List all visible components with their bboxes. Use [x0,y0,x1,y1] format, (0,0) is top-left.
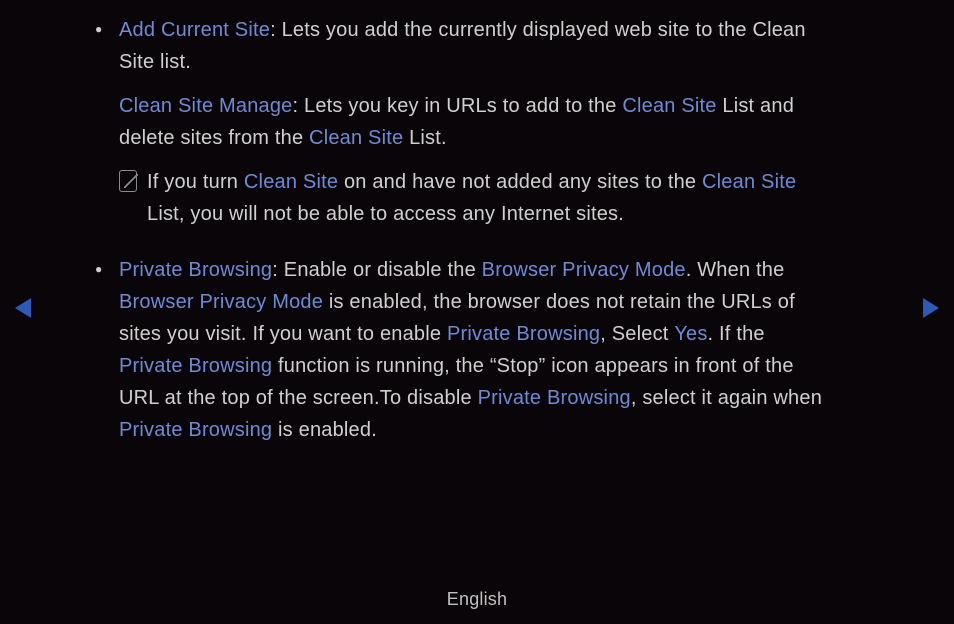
nav-prev-arrow[interactable] [15,298,31,318]
term-private-browsing: Private Browsing [119,259,272,281]
term-browser-privacy-mode: Browser Privacy Mode [482,259,686,281]
term-clean-site: Clean Site [244,171,338,193]
term-private-browsing: Private Browsing [119,355,272,377]
term-add-current-site: Add Current Site [119,19,270,41]
text: If you turn [147,171,244,193]
text: , Select [600,323,674,345]
note-text: If you turn Clean Site on and have not a… [147,166,830,230]
term-yes: Yes [674,323,707,345]
bullet-item-add-current-site: Add Current Site: Lets you add the curre… [95,14,830,230]
term-private-browsing: Private Browsing [119,419,272,441]
paragraph: Private Browsing: Enable or disable the … [119,254,830,446]
text: is enabled. [272,419,377,441]
text: List. [403,127,446,149]
paragraph: Add Current Site: Lets you add the curre… [119,14,830,78]
note: If you turn Clean Site on and have not a… [119,166,830,230]
term-clean-site-manage: Clean Site Manage [119,95,293,117]
paragraph: Clean Site Manage: Lets you key in URLs … [119,90,830,154]
page-content: Add Current Site: Lets you add the curre… [0,0,890,446]
footer-language: English [0,585,954,614]
nav-next-arrow[interactable] [923,298,939,318]
term-clean-site: Clean Site [702,171,796,193]
term-browser-privacy-mode: Browser Privacy Mode [119,291,323,313]
term-clean-site: Clean Site [309,127,403,149]
text: List, you will not be able to access any… [147,203,624,225]
term-private-browsing: Private Browsing [478,387,631,409]
bullet-item-private-browsing: Private Browsing: Enable or disable the … [95,254,830,446]
text: : Lets you key in URLs to add to the [293,95,623,117]
term-private-browsing: Private Browsing [447,323,600,345]
text: , select it again when [631,387,822,409]
term-clean-site: Clean Site [622,95,716,117]
text: : Enable or disable the [272,259,481,281]
text: on and have not added any sites to the [338,171,702,193]
text: . When the [686,259,785,281]
text: . If the [708,323,765,345]
note-icon [119,170,137,192]
